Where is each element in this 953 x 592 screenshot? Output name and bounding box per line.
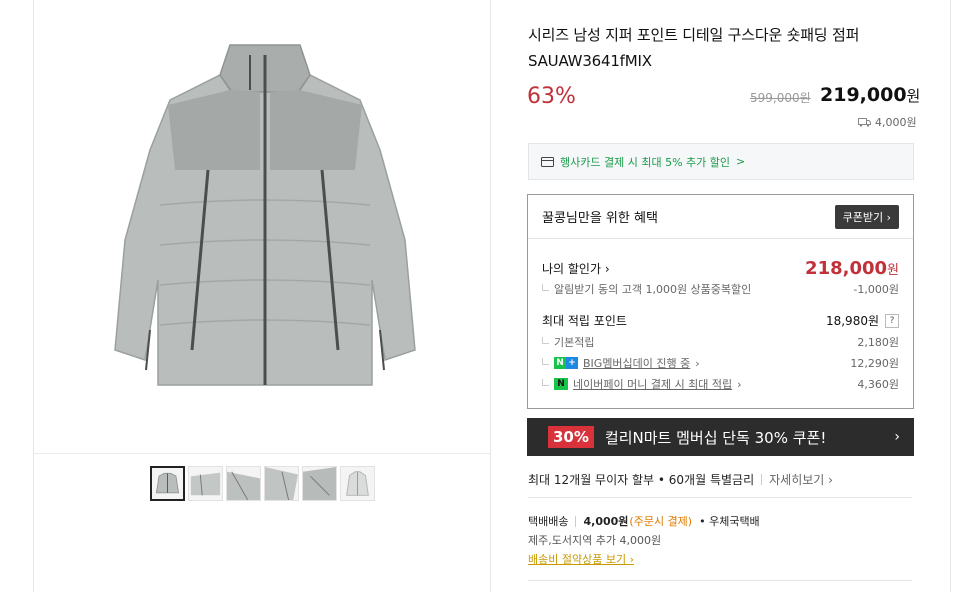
installment-more-link[interactable]: 자세히보기 › [769,471,833,488]
left-border [33,0,34,592]
help-icon[interactable]: ? [885,313,899,328]
discount-rate: 63% [527,84,576,109]
coupon-button[interactable]: 쿠폰받기 › [834,204,899,229]
thumbnail-6[interactable] [340,466,375,501]
chevron-right-icon: > [736,155,746,168]
banner-text: 컬리N마트 멤버십 단독 30% 쿠폰! [604,428,827,447]
section-divider [528,497,912,498]
installment-text: 최대 12개월 무이자 할부 • 60개월 특별금리 [528,473,755,487]
thumbnail-divider [34,453,490,454]
delivery-type: 택배배송 [528,515,569,528]
benefit-title: 꿀콩님만을 위한 혜택 [542,211,658,226]
points-row: 최대 적립 포인트 18,980원? [542,312,899,329]
column-divider [490,0,491,592]
divider [761,474,763,485]
alarm-row: 알림받기 동의 고객 1,000원 상품중복할인 -1,000원 [542,281,899,297]
shipping-fee: 4,000원 [858,114,917,130]
base-points-value: 2,180원 [857,336,899,349]
sale-price-unit: 원 [906,87,921,105]
thumbnail-1[interactable] [150,466,185,501]
sale-price-value: 219,000 [820,84,907,106]
sub-item-marker [542,283,549,291]
naver-n-badge-icon: N [554,357,566,369]
shipping-saving-text: 배송비 절약상품 보기 [528,553,627,566]
base-points-label-text: 기본적립 [554,336,595,349]
thumbnail-4[interactable] [264,466,299,501]
chevron-right-icon: › [886,210,891,224]
chevron-right-icon: › [828,473,833,487]
sub-item-marker [542,378,549,386]
chevron-right-icon: › [604,262,610,276]
shipping-fee-value: 4,000원 [875,116,917,129]
big-membership-label: N + BIG멤버십데이 진행 중 › [542,355,700,371]
thumbnail-5[interactable] [302,466,337,501]
base-points-label: 기본적립 [542,334,594,350]
right-border [950,0,951,592]
card-promo-text: 행사카드 결제 시 최대 5% 추가 할인 [560,155,730,169]
section-divider [528,580,912,581]
base-points-row: 기본적립 2,180원 [542,334,899,350]
big-membership-link[interactable]: BIG멤버십데이 진행 중 [583,355,690,371]
installment-more-text: 자세히보기 [769,473,825,487]
big-membership-value: 12,290원 [850,357,899,370]
my-price-unit: 원 [887,263,899,278]
alarm-label: 알림받기 동의 고객 1,000원 상품중복할인 [542,281,751,297]
membership-banner[interactable]: 30% 컬리N마트 멤버십 단독 30% 쿠폰! › [527,418,914,456]
thumbnail-strip [150,466,375,501]
benefit-header: 꿀콩님만을 위한 혜택 쿠폰받기 › [528,195,913,239]
plus-badge-icon: + [566,357,578,369]
banner-percent-badge: 30% [548,426,594,448]
my-price-value: 218,000 [805,258,888,279]
my-price-label-text: 나의 할인가 [542,262,602,276]
delivery-carrier: • 우체국택배 [699,515,760,528]
coupon-button-label: 쿠폰받기 [842,210,884,224]
chevron-right-icon: › [695,356,700,370]
big-membership-row[interactable]: N + BIG멤버십데이 진행 중 › 12,290원 [542,355,899,371]
points-value-wrap: 18,980원? [826,312,899,329]
my-price: 218,000원 [805,258,899,279]
chevron-right-icon: › [629,553,634,566]
sub-item-marker [542,336,549,344]
card-promo-box[interactable]: 행사카드 결제 시 최대 5% 추가 할인 > [528,143,914,180]
divider [575,515,577,527]
naverpay-row[interactable]: N 네이버페이 머니 결제 시 최대 적립 › 4,360원 [542,376,899,392]
thumbnail-2[interactable] [188,466,223,501]
chevron-right-icon: › [737,377,742,391]
my-price-row[interactable]: 나의 할인가 › 218,000원 [542,258,899,279]
original-price: 599,000원 [750,91,811,105]
sub-item-marker [542,357,549,365]
my-price-label: 나의 할인가 › [542,260,610,277]
benefit-box: 꿀콩님만을 위한 혜택 쿠폰받기 › 나의 할인가 › 218,000원 알림받… [527,194,914,409]
delivery-note: (주문시 결제) [629,515,693,528]
sale-price: 219,000원 [820,84,920,106]
truck-icon [858,117,871,127]
thumbnail-3[interactable] [226,466,261,501]
naverpay-link[interactable]: 네이버페이 머니 결제 시 최대 적립 [573,376,732,392]
naverpay-value: 4,360원 [857,378,899,391]
naverpay-label: N 네이버페이 머니 결제 시 최대 적립 › [542,376,742,392]
delivery-info: 택배배송 4,000원 (주문시 결제) • 우체국택배 [528,513,760,529]
alarm-label-text: 알림받기 동의 고객 1,000원 상품중복할인 [554,283,752,296]
credit-card-icon [541,156,554,167]
main-product-image [114,44,416,386]
delivery-fee: 4,000원 [583,515,629,528]
installment-info: 최대 12개월 무이자 할부 • 60개월 특별금리 자세히보기 › [528,471,833,488]
chevron-right-icon: › [894,429,900,445]
product-title: 시리즈 남성 지퍼 포인트 디테일 구스다운 숏패딩 점퍼 SAUAW3641f… [528,26,860,70]
shipping-saving-link[interactable]: 배송비 절약상품 보기 › [528,551,634,567]
delivery-extra-fee: 제주,도서지역 추가 4,000원 [528,534,662,547]
naverpay-badge-icon: N [554,378,568,390]
points-value: 18,980원 [825,314,879,328]
alarm-value: -1,000원 [853,283,899,296]
points-label: 최대 적립 포인트 [542,314,627,328]
